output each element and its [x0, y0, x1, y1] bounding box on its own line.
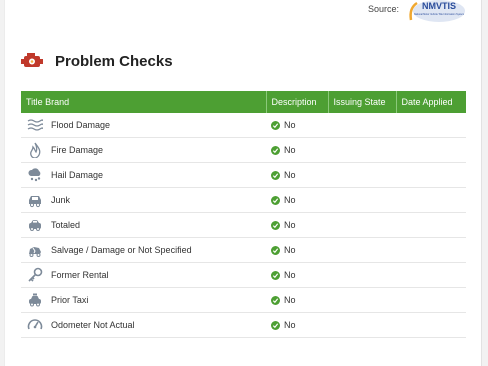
description-cell: No [266, 262, 328, 288]
description-cell: No [266, 287, 328, 313]
issuing-state-cell [328, 187, 396, 213]
title-brand-label: Fire Damage [51, 145, 104, 155]
date-applied-cell [396, 187, 466, 213]
issuing-state-cell [328, 262, 396, 288]
table-row: Former Rental No [21, 262, 466, 288]
issuing-state-cell [328, 113, 396, 138]
logo-subtext: National Motor Vehicle Title Information… [414, 13, 464, 16]
odometer-icon [26, 316, 44, 334]
engine-icon [21, 53, 43, 67]
junk-car-icon [26, 191, 44, 209]
description-value: No [284, 320, 296, 330]
date-applied-cell [396, 113, 466, 138]
key-icon [26, 266, 44, 284]
title-brand-cell: Junk [21, 187, 266, 213]
issuing-state-cell [328, 212, 396, 238]
description-value: No [284, 245, 296, 255]
table-header-row: Title Brand Description Issuing State Da… [21, 91, 466, 113]
description-value: No [284, 295, 296, 305]
issuing-state-cell [328, 137, 396, 163]
title-brand-cell: Fire Damage [21, 137, 266, 163]
title-brand-label: Odometer Not Actual [51, 320, 135, 330]
description-value: No [284, 220, 296, 230]
salvage-icon [26, 241, 44, 259]
totaled-car-icon [26, 216, 44, 234]
section-heading: Problem Checks [21, 52, 173, 70]
description-cell: No [266, 312, 328, 338]
check-circle-icon [271, 245, 280, 255]
date-applied-cell [396, 262, 466, 288]
description-value: No [284, 120, 296, 130]
logo-text: NMVTIS [422, 1, 456, 11]
title-brand-cell: Totaled [21, 212, 266, 238]
problem-checks-card: Source: NMVTIS National Motor Vehicle Ti… [4, 0, 482, 366]
issuing-state-cell [328, 287, 396, 313]
title-brand-cell: Salvage / Damage or Not Specified [21, 237, 266, 263]
table-row: Odometer Not Actual No [21, 312, 466, 338]
check-circle-icon [271, 270, 280, 280]
table-row: Flood Damage No [21, 113, 466, 138]
description-value: No [284, 145, 296, 155]
title-brand-cell: Odometer Not Actual [21, 312, 266, 338]
nmvtis-logo: NMVTIS National Motor Vehicle Title Info… [409, 0, 465, 22]
issuing-state-cell [328, 237, 396, 263]
source-label: Source: [367, 4, 399, 14]
date-applied-cell [396, 287, 466, 313]
check-circle-icon [271, 320, 280, 330]
description-cell: No [266, 187, 328, 213]
date-applied-cell [396, 162, 466, 188]
description-value: No [284, 170, 296, 180]
date-applied-cell [396, 312, 466, 338]
table-row: Prior Taxi No [21, 287, 466, 313]
table-row: Salvage / Damage or Not Specified No [21, 237, 466, 263]
title-brand-cell: Flood Damage [21, 113, 266, 138]
check-circle-icon [271, 295, 280, 305]
title-brand-cell: Hail Damage [21, 162, 266, 188]
title-brand-label: Former Rental [51, 270, 109, 280]
description-cell: No [266, 237, 328, 263]
table-row: Hail Damage No [21, 162, 466, 188]
fire-icon [26, 141, 44, 159]
table-row: Fire Damage No [21, 137, 466, 163]
check-circle-icon [271, 120, 280, 130]
header-title-brand: Title Brand [21, 91, 267, 113]
issuing-state-cell [328, 312, 396, 338]
source-area: Source: NMVTIS National Motor Vehicle Ti… [368, 0, 465, 22]
header-date-applied: Date Applied [396, 91, 466, 113]
title-brand-label: Hail Damage [51, 170, 104, 180]
title-brand-label: Junk [51, 195, 71, 205]
description-cell: No [266, 162, 328, 188]
check-circle-icon [271, 220, 280, 230]
flood-icon [26, 116, 44, 134]
title-brand-label: Flood Damage [51, 120, 111, 130]
check-circle-icon [271, 145, 280, 155]
table-row: Totaled No [21, 212, 466, 238]
title-brand-cell: Former Rental [21, 262, 266, 288]
problem-checks-table: Title Brand Description Issuing State Da… [21, 91, 466, 338]
header-issuing-state: Issuing State [328, 91, 397, 113]
header-description: Description [266, 91, 329, 113]
taxi-icon [26, 291, 44, 309]
description-cell: No [266, 113, 328, 138]
issuing-state-cell [328, 162, 396, 188]
date-applied-cell [396, 237, 466, 263]
title-brand-label: Totaled [51, 220, 81, 230]
table-row: Junk No [21, 187, 466, 213]
description-cell: No [266, 212, 328, 238]
date-applied-cell [396, 212, 466, 238]
date-applied-cell [396, 137, 466, 163]
title-brand-label: Salvage / Damage or Not Specified [51, 245, 192, 255]
description-value: No [284, 270, 296, 280]
description-value: No [284, 195, 296, 205]
title-brand-label: Prior Taxi [51, 295, 89, 305]
hail-icon [26, 166, 44, 184]
title-brand-cell: Prior Taxi [21, 287, 266, 313]
check-circle-icon [271, 170, 280, 180]
check-circle-icon [271, 195, 280, 205]
section-title: Problem Checks [55, 52, 173, 70]
description-cell: No [266, 137, 328, 163]
